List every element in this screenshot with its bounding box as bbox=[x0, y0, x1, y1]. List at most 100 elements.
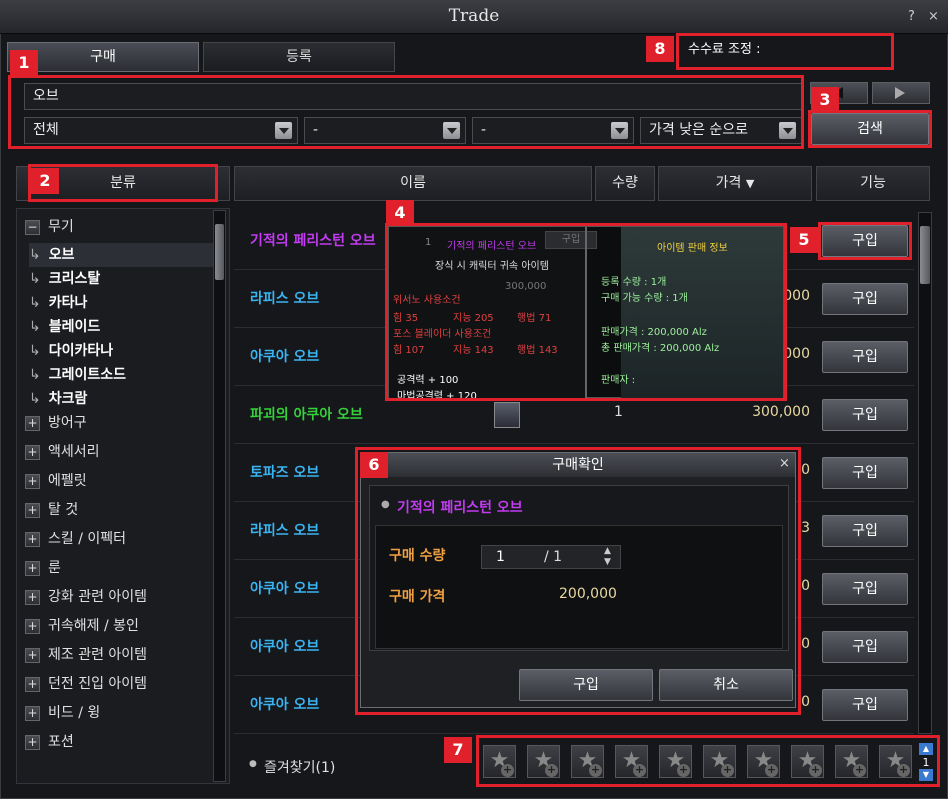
plus-icon[interactable]: + bbox=[25, 415, 40, 431]
annotation-box-8 bbox=[676, 33, 894, 70]
category-dungeon[interactable]: + 던전 진입 아이템 bbox=[25, 672, 147, 696]
buy-button[interactable]: 구입 bbox=[822, 341, 908, 373]
subcategory-crystal[interactable]: ↳ 크리스탈 bbox=[29, 267, 100, 291]
header-price[interactable]: 가격 ▼ bbox=[658, 166, 812, 201]
category-accessory[interactable]: + 액세서리 bbox=[25, 440, 100, 464]
favorites-label: 즐겨찾기(1) bbox=[264, 760, 336, 776]
annotation-label-3: 3 bbox=[811, 87, 839, 113]
category-label: 비드 / 윙 bbox=[48, 705, 101, 721]
subcategory-label: 차크람 bbox=[48, 391, 88, 407]
category-label: 액세서리 bbox=[48, 444, 100, 460]
category-unbind-seal[interactable]: + 귀속해제 / 봉인 bbox=[25, 614, 139, 638]
item-name: 아쿠아 오브 bbox=[250, 639, 320, 655]
next-page-button[interactable] bbox=[872, 82, 930, 104]
buy-button[interactable]: 구입 bbox=[822, 457, 908, 489]
plus-icon[interactable]: + bbox=[25, 444, 40, 460]
item-name: 기적의 페리스턴 오브 bbox=[250, 233, 376, 249]
subcategory-label: 다이카타나 bbox=[48, 343, 114, 359]
category-potion[interactable]: + 포션 bbox=[25, 730, 74, 754]
subcategory-label: 크리스탈 bbox=[48, 271, 101, 287]
plus-icon[interactable]: + bbox=[25, 676, 40, 692]
annotation-label-2: 2 bbox=[31, 168, 59, 194]
annotation-box-7 bbox=[476, 735, 940, 787]
buy-button[interactable]: 구입 bbox=[822, 515, 908, 547]
category-vehicle[interactable]: + 탈 것 bbox=[25, 498, 78, 522]
subcategory-label: 오브 bbox=[48, 247, 75, 263]
plus-icon[interactable]: + bbox=[25, 618, 40, 634]
category-label: 제조 관련 아이템 bbox=[48, 647, 148, 663]
item-qty: 1 bbox=[614, 404, 623, 420]
plus-icon[interactable]: + bbox=[25, 705, 40, 721]
subcategory-blade[interactable]: ↳ 블레이드 bbox=[29, 315, 100, 339]
annotation-box-3 bbox=[808, 110, 932, 148]
category-label: 방어구 bbox=[48, 415, 87, 431]
subcategory-label: 카타나 bbox=[48, 295, 88, 311]
arrow-right-icon bbox=[895, 87, 905, 99]
category-rune[interactable]: + 룬 bbox=[25, 556, 61, 580]
category-epaulet[interactable]: + 에펠릿 bbox=[25, 469, 87, 493]
plus-icon[interactable]: + bbox=[25, 589, 40, 605]
header-name[interactable]: 이름 bbox=[234, 166, 592, 201]
category-label: 룬 bbox=[48, 560, 61, 576]
subcategory-daikatana[interactable]: ↳ 다이카타나 bbox=[29, 339, 113, 363]
subcategory-label: 블레이드 bbox=[48, 319, 101, 335]
list-scrollbar[interactable] bbox=[918, 212, 932, 734]
category-enhance[interactable]: + 강화 관련 아이템 bbox=[25, 585, 147, 609]
buy-button[interactable]: 구입 bbox=[822, 689, 908, 721]
sidebar-scroll-thumb[interactable] bbox=[215, 224, 224, 280]
subcategory-label: 그레이트소드 bbox=[48, 367, 127, 383]
category-bead-wing[interactable]: + 비드 / 윙 bbox=[25, 701, 100, 725]
plus-icon[interactable]: + bbox=[25, 502, 40, 518]
category-armor[interactable]: + 방어구 bbox=[25, 411, 87, 435]
item-name: 아쿠아 오브 bbox=[250, 349, 320, 365]
buy-button[interactable]: 구입 bbox=[822, 283, 908, 315]
branch-arrow-icon: ↳ bbox=[29, 367, 41, 383]
branch-arrow-icon: ↳ bbox=[29, 271, 41, 287]
header-action: 기능 bbox=[816, 166, 930, 201]
header-qty[interactable]: 수량 bbox=[595, 166, 655, 201]
annotation-label-6: 6 bbox=[360, 452, 388, 478]
category-skill-effector[interactable]: + 스킬 / 이펙터 bbox=[25, 527, 126, 551]
branch-arrow-icon: ↳ bbox=[29, 247, 41, 263]
category-label: 에펠릿 bbox=[48, 473, 87, 489]
subcategory-greatsword[interactable]: ↳ 그레이트소드 bbox=[29, 363, 126, 387]
item-thumbnail bbox=[494, 402, 520, 428]
branch-arrow-icon: ↳ bbox=[29, 295, 41, 311]
list-scroll-thumb[interactable] bbox=[920, 226, 930, 284]
subcategory-katana[interactable]: ↳ 카타나 bbox=[29, 291, 87, 315]
buy-button[interactable]: 구입 bbox=[822, 399, 908, 431]
plus-icon[interactable]: + bbox=[25, 560, 40, 576]
annotation-box-1 bbox=[8, 75, 804, 149]
category-label: 포션 bbox=[48, 734, 74, 750]
item-name: 아쿠아 오브 bbox=[250, 581, 320, 597]
plus-icon[interactable]: + bbox=[25, 734, 40, 750]
category-weapon[interactable]: − 무기 bbox=[25, 215, 74, 239]
branch-arrow-icon: ↳ bbox=[29, 343, 41, 359]
plus-icon[interactable]: + bbox=[25, 531, 40, 547]
category-craft[interactable]: + 제조 관련 아이템 bbox=[25, 643, 147, 667]
category-label: 탈 것 bbox=[48, 502, 79, 518]
category-label: 귀속해제 / 봉인 bbox=[48, 618, 139, 634]
branch-arrow-icon: ↳ bbox=[29, 391, 41, 407]
subcategory-chakram[interactable]: ↳ 차크람 bbox=[29, 387, 87, 411]
help-button[interactable]: ? bbox=[908, 9, 915, 24]
annotation-label-8: 8 bbox=[646, 36, 674, 62]
tab-register[interactable]: 등록 bbox=[203, 42, 395, 72]
buy-button[interactable]: 구입 bbox=[822, 573, 908, 605]
minus-icon[interactable]: − bbox=[25, 219, 40, 235]
subcategory-orb[interactable]: ↳ 오브 bbox=[29, 243, 219, 267]
sidebar-scrollbar[interactable] bbox=[213, 210, 226, 782]
close-button[interactable]: × bbox=[928, 9, 939, 24]
category-label: 스킬 / 이펙터 bbox=[48, 531, 127, 547]
plus-icon[interactable]: + bbox=[25, 473, 40, 489]
annotation-box-6 bbox=[355, 447, 801, 715]
buy-button[interactable]: 구입 bbox=[822, 631, 908, 663]
annotation-box-5 bbox=[818, 222, 912, 260]
item-price: 300,000 bbox=[752, 404, 810, 420]
item-name: 토파즈 오브 bbox=[250, 465, 320, 481]
item-name: 라피스 오브 bbox=[250, 291, 320, 307]
category-tree: − 무기 ↳ 오브 ↳ 크리스탈 ↳ 카타나 ↳ 블레이드 ↳ 다이카타나 ↳ 그레이트소드 … bbox=[16, 208, 230, 784]
annotation-label-5: 5 bbox=[790, 227, 818, 253]
plus-icon[interactable]: + bbox=[25, 647, 40, 663]
window-title: Trade bbox=[448, 6, 500, 26]
